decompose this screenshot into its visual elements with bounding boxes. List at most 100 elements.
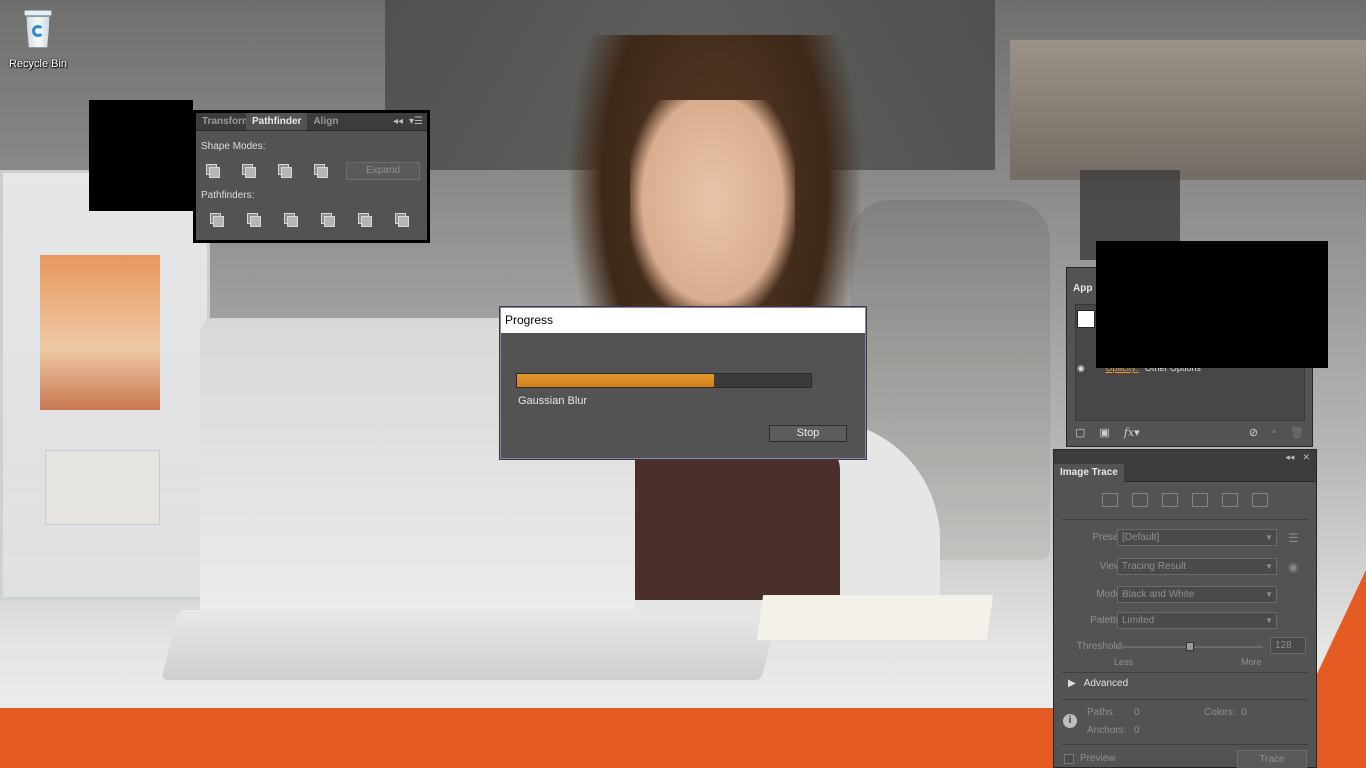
colors-value: 0 <box>1241 707 1247 718</box>
anchors-value: 0 <box>1134 725 1140 736</box>
collapse-icon[interactable]: ◂◂ <box>1285 452 1294 463</box>
appearance-thumbnail <box>1077 310 1095 328</box>
outline-icon[interactable] <box>1252 493 1268 507</box>
pathfinder-panel: Transform Pathfinder Align ◂◂ ▾☰ Shape M… <box>193 110 430 243</box>
low-color-icon[interactable] <box>1162 493 1178 507</box>
wallpaper-monitor-tips <box>45 450 160 525</box>
divider <box>1062 519 1308 520</box>
shape-modes-label: Shape Modes: <box>201 141 266 152</box>
palette-select[interactable]: Limited ▼ <box>1117 612 1277 629</box>
appearance-footer: ▢ ▣ fx▾ ⊘ ▪ 🗑 <box>1075 424 1304 440</box>
divider <box>1062 699 1308 700</box>
intersect-icon[interactable] <box>278 164 292 178</box>
preset-menu-icon[interactable]: ☰ <box>1288 531 1299 545</box>
view-select[interactable]: Tracing Result ▼ <box>1117 558 1277 575</box>
wallpaper-shelf <box>1010 40 1366 180</box>
mode-row: Mode: Black and White ▼ <box>1054 586 1316 604</box>
recycle-bin-label: Recycle Bin <box>8 58 68 70</box>
panel-menu-icon[interactable]: ▾☰ <box>409 116 423 127</box>
chevron-down-icon: ▼ <box>1265 590 1273 599</box>
wallpaper-person-face <box>630 100 795 320</box>
add-fill-icon[interactable]: ▣ <box>1099 426 1109 439</box>
less-label: Less <box>1114 657 1134 667</box>
threshold-input[interactable]: 128 <box>1270 637 1306 654</box>
chevron-right-icon: ▶ <box>1068 678 1076 689</box>
chevron-down-icon: ▼ <box>1265 616 1273 625</box>
auto-color-icon[interactable] <box>1102 493 1118 507</box>
black-white-icon[interactable] <box>1222 493 1238 507</box>
trace-button[interactable]: Trace <box>1237 750 1307 768</box>
palette-value: Limited <box>1122 615 1155 626</box>
progress-bar <box>516 373 812 388</box>
palette-row: Palette: Limited ▼ <box>1054 612 1316 630</box>
divide-icon[interactable] <box>210 213 224 227</box>
collapse-icon[interactable]: ◂◂ <box>393 116 403 127</box>
preview-checkbox[interactable] <box>1064 753 1074 764</box>
stop-button[interactable]: Stop <box>769 425 847 442</box>
minus-back-icon[interactable] <box>395 213 409 227</box>
fx-icon[interactable]: fx▾ <box>1124 426 1140 439</box>
image-trace-tabbar: Image Trace <box>1054 464 1316 482</box>
colors-label: Colors: <box>1204 707 1236 718</box>
preset-row: Preset: [Default] ▼ ☰ <box>1054 529 1316 547</box>
view-value: Tracing Result <box>1122 561 1187 572</box>
divider <box>1062 672 1308 673</box>
eye-icon[interactable]: ◉ <box>1288 560 1298 574</box>
high-color-icon[interactable] <box>1132 493 1148 507</box>
outline-icon[interactable] <box>358 213 372 227</box>
expand-button[interactable]: Expand <box>346 162 420 180</box>
recycle-bin-icon <box>21 8 55 50</box>
exclude-icon[interactable] <box>314 164 328 178</box>
preset-select[interactable]: [Default] ▼ <box>1117 529 1277 546</box>
tab-appearance[interactable]: App <box>1067 280 1099 300</box>
unite-icon[interactable] <box>206 164 220 178</box>
advanced-label: Advanced <box>1083 678 1129 689</box>
delete-icon[interactable]: 🗑 <box>1290 426 1304 439</box>
chevron-down-icon: ▼ <box>1265 533 1273 542</box>
paths-value: 0 <box>1134 707 1140 718</box>
tab-pathfinder[interactable]: Pathfinder <box>246 113 308 130</box>
wallpaper-monitor-ad <box>40 255 160 410</box>
eye-icon[interactable]: ◉ <box>1077 363 1085 373</box>
pathfinder-tabbar: Transform Pathfinder Align ◂◂ ▾☰ <box>196 113 427 131</box>
threshold-slider[interactable] <box>1117 642 1263 651</box>
grayscale-icon[interactable] <box>1192 493 1208 507</box>
image-trace-topbar: ◂◂ ✕ <box>1054 450 1316 464</box>
trim-icon[interactable] <box>247 213 261 227</box>
threshold-slider-thumb[interactable] <box>1186 642 1194 651</box>
minus-front-icon[interactable] <box>242 164 256 178</box>
progress-caption: Gaussian Blur <box>518 395 588 407</box>
tab-transform[interactable]: Transform <box>196 113 246 130</box>
mode-value: Black and White <box>1122 589 1195 600</box>
info-icon: i <box>1063 714 1077 728</box>
add-stroke-icon[interactable]: ▢ <box>1075 426 1085 439</box>
wallpaper-notebook <box>756 595 994 640</box>
recycle-bin[interactable]: Recycle Bin <box>6 8 70 70</box>
progress-dialog: Progress Gaussian Blur Stop <box>500 307 866 459</box>
crop-icon[interactable] <box>321 213 335 227</box>
view-row: View: Tracing Result ▼ ◉ <box>1054 558 1316 576</box>
preview-toggle[interactable]: Preview <box>1064 753 1116 764</box>
paths-label: Paths: <box>1087 707 1116 718</box>
progress-dialog-title: Progress <box>501 308 865 333</box>
preset-value: [Default] <box>1122 532 1160 543</box>
tab-image-trace[interactable]: Image Trace <box>1054 464 1124 482</box>
duplicate-icon[interactable]: ▪ <box>1272 426 1276 439</box>
mode-select[interactable]: Black and White ▼ <box>1117 586 1277 603</box>
wallpaper-laptop-base <box>161 610 779 680</box>
close-icon[interactable]: ✕ <box>1302 452 1310 463</box>
image-trace-panel: ◂◂ ✕ Image Trace Preset: [Default] ▼ ☰ Vi… <box>1053 449 1317 768</box>
tab-align[interactable]: Align <box>307 113 344 130</box>
progress-bar-fill <box>517 374 714 387</box>
wallpaper-person-apron <box>610 440 840 600</box>
advanced-toggle[interactable]: ▶ Advanced <box>1068 678 1128 689</box>
more-label: More <box>1241 657 1262 667</box>
redacted-block <box>89 100 193 211</box>
preview-label: Preview <box>1080 753 1116 764</box>
clear-appearance-icon[interactable]: ⊘ <box>1249 426 1258 439</box>
preset-icon-row <box>1102 493 1268 507</box>
merge-icon[interactable] <box>284 213 298 227</box>
divider <box>1062 744 1308 745</box>
chevron-down-icon: ▼ <box>1265 562 1273 571</box>
anchors-label: Anchors: <box>1087 725 1127 736</box>
